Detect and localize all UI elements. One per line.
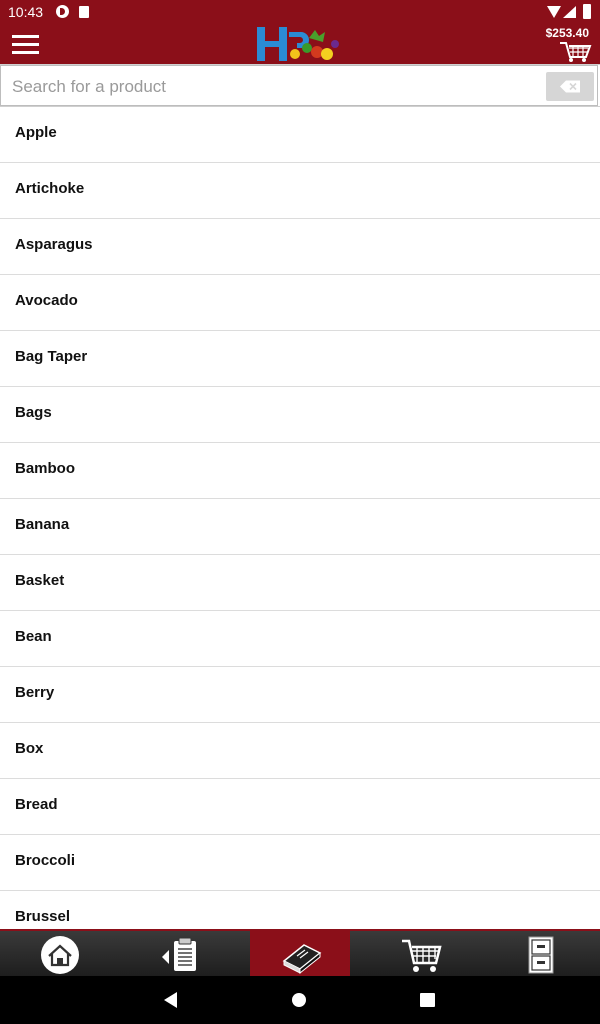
nav-cart[interactable] <box>370 931 470 976</box>
status-time: 10:43 <box>8 4 44 20</box>
list-item[interactable]: Bag Taper <box>0 331 600 387</box>
product-name: Avocado <box>15 292 78 309</box>
home-circle-icon[interactable] <box>292 993 306 1007</box>
sd-card-icon <box>79 6 89 18</box>
list-item[interactable]: Bamboo <box>0 443 600 499</box>
app-bar: $253.40 <box>0 24 600 64</box>
list-item[interactable]: Box <box>0 723 600 779</box>
list-item[interactable]: Apple <box>0 107 600 163</box>
product-name: Apple <box>15 124 57 141</box>
nav-catalog[interactable] <box>250 931 350 976</box>
list-item[interactable]: Berry <box>0 667 600 723</box>
signal-icon <box>563 6 576 18</box>
cart-icon <box>402 939 442 972</box>
wifi-icon <box>547 6 561 18</box>
product-name: Broccoli <box>15 852 76 869</box>
product-name: Berry <box>15 684 55 701</box>
search-bar <box>0 64 600 107</box>
cart-total: $253.40 <box>545 26 589 40</box>
clear-search-button[interactable] <box>546 72 594 101</box>
list-item[interactable]: Avocado <box>0 275 600 331</box>
nav-orders[interactable] <box>130 931 230 976</box>
list-item[interactable]: Artichoke <box>0 163 600 219</box>
backspace-icon <box>560 80 580 93</box>
nav-cabinet[interactable] <box>490 931 590 976</box>
list-item[interactable]: Basket <box>0 555 600 611</box>
nav-home[interactable] <box>10 931 110 976</box>
product-name: Bag Taper <box>15 348 88 365</box>
brand-logo <box>257 27 339 61</box>
product-name: Bread <box>15 796 58 813</box>
list-item[interactable]: Broccoli <box>0 835 600 891</box>
menu-icon[interactable] <box>12 35 40 55</box>
catalog-icon <box>282 944 322 975</box>
system-nav-bar <box>0 976 600 1024</box>
list-item[interactable]: Asparagus <box>0 219 600 275</box>
recent-apps-icon[interactable] <box>420 993 435 1007</box>
list-item[interactable]: Brussel <box>0 891 600 929</box>
battery-icon <box>583 4 591 19</box>
product-name: Bamboo <box>15 460 75 477</box>
back-icon[interactable] <box>164 992 177 1008</box>
orders-icon <box>162 937 196 971</box>
cart-icon[interactable] <box>558 39 592 63</box>
home-icon <box>41 936 79 974</box>
product-name: Artichoke <box>15 180 85 197</box>
status-bar: 10:43 <box>0 0 600 24</box>
list-item[interactable]: Bean <box>0 611 600 667</box>
bottom-nav <box>0 929 600 976</box>
search-box <box>0 65 598 106</box>
list-item[interactable]: Bags <box>0 387 600 443</box>
product-name: Basket <box>15 572 65 589</box>
product-name: Asparagus <box>15 236 93 253</box>
product-name: Bean <box>15 628 52 645</box>
product-name: Bags <box>15 404 52 421</box>
product-name: Banana <box>15 516 70 533</box>
product-name: Box <box>15 740 44 757</box>
notification-icon <box>56 5 69 18</box>
product-name: Brussel <box>15 908 71 925</box>
product-list: Apple Artichoke Asparagus Avocado Bag Ta… <box>0 107 600 929</box>
search-input[interactable] <box>10 73 534 101</box>
list-item[interactable]: Banana <box>0 499 600 555</box>
cabinet-icon <box>528 936 554 974</box>
list-item[interactable]: Bread <box>0 779 600 835</box>
